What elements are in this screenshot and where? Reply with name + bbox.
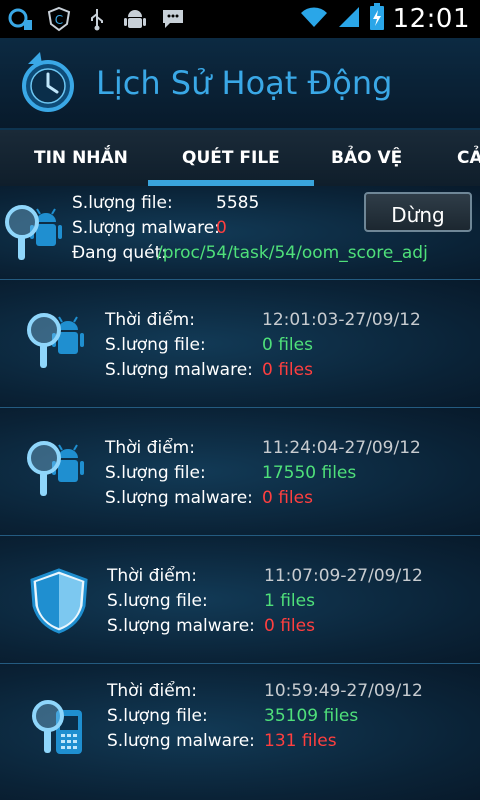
scanning-path: /proc/54/task/54/oom_score_adj: [157, 243, 428, 263]
tab-messages[interactable]: TIN NHẮN: [34, 130, 128, 186]
malware-count-value: 0 files: [264, 616, 315, 636]
scan-history-list: S.lượng file: 5585 S.lượng malware: 0 Đa…: [0, 186, 480, 800]
malware-count-label: S.lượng malware:: [105, 360, 253, 380]
malware-count-value: 0 files: [262, 360, 313, 380]
status-bar: C 12:01: [0, 0, 480, 38]
malware-count-value: 131 files: [264, 731, 337, 751]
shield-icon: [30, 568, 88, 638]
stop-button[interactable]: Dừng: [364, 192, 472, 232]
signal-app-icon: [8, 6, 34, 32]
wifi-icon: [299, 5, 329, 33]
malware-count-label: S.lượng malware:: [107, 731, 255, 751]
malware-count-value: 0 files: [262, 488, 313, 508]
tab-protection[interactable]: BẢO VỆ: [331, 130, 402, 186]
file-count-value: 1 files: [264, 591, 315, 611]
time-value: 10:59:49-27/09/12: [264, 681, 423, 701]
current-scan-row: S.lượng file: 5585 S.lượng malware: 0 Đa…: [0, 186, 480, 280]
svg-text:C: C: [55, 13, 63, 27]
time-label: Thời điểm:: [105, 438, 195, 458]
phone-scan-icon: [30, 696, 86, 766]
shield-c-icon: C: [46, 6, 72, 32]
time-label: Thời điểm:: [107, 566, 197, 586]
android-scan-icon: [24, 436, 86, 506]
tab-scan-file[interactable]: QUÉT FILE: [148, 130, 314, 186]
file-count-value: 17550 files: [262, 463, 357, 483]
time-label: Thời điểm:: [107, 681, 197, 701]
malware-count-value: 0: [216, 218, 227, 238]
history-clock-icon: [18, 48, 78, 118]
file-count-label: S.lượng file:: [107, 591, 208, 611]
malware-count-label: S.lượng malware:: [105, 488, 253, 508]
file-count-value: 35109 files: [264, 706, 359, 726]
scanning-label: Đang quét:: [72, 243, 167, 263]
file-count-label: S.lượng file:: [105, 335, 206, 355]
file-count-value: 0 files: [262, 335, 313, 355]
cell-signal-icon: [337, 5, 361, 33]
page-title: Lịch Sử Hoạt Động: [96, 64, 393, 102]
usb-icon: [84, 6, 110, 32]
tab-more[interactable]: CẢ: [457, 130, 480, 186]
time-value: 12:01:03-27/09/12: [262, 310, 421, 330]
history-item[interactable]: Thời điểm: 11:24:04-27/09/12 S.lượng fil…: [0, 408, 480, 536]
malware-count-label: S.lượng malware:: [107, 616, 255, 636]
time-value: 11:07:09-27/09/12: [264, 566, 423, 586]
message-icon: [160, 6, 186, 32]
time-label: Thời điểm:: [105, 310, 195, 330]
android-icon: [122, 6, 148, 32]
system-icons: 12:01: [299, 0, 470, 38]
android-scan-icon: [2, 200, 64, 270]
time-value: 11:24:04-27/09/12: [262, 438, 421, 458]
malware-count-label: S.lượng malware:: [72, 218, 220, 238]
tab-bar: TIN NHẮN QUÉT FILE BẢO VỆ CẢ: [0, 130, 480, 187]
history-item[interactable]: Thời điểm: 11:07:09-27/09/12 S.lượng fil…: [0, 536, 480, 664]
notification-icons: C: [0, 6, 186, 32]
file-count-value: 5585: [216, 193, 260, 213]
android-scan-icon: [24, 308, 86, 378]
file-count-label: S.lượng file:: [105, 463, 206, 483]
battery-charging-icon: [369, 3, 385, 35]
file-count-label: S.lượng file:: [107, 706, 208, 726]
file-count-label: S.lượng file:: [72, 193, 173, 213]
history-item[interactable]: Thời điểm: 12:01:03-27/09/12 S.lượng fil…: [0, 280, 480, 408]
app-header: Lịch Sử Hoạt Động: [0, 38, 480, 130]
clock: 12:01: [392, 4, 470, 34]
history-item[interactable]: Thời điểm: 10:59:49-27/09/12 S.lượng fil…: [0, 664, 480, 800]
